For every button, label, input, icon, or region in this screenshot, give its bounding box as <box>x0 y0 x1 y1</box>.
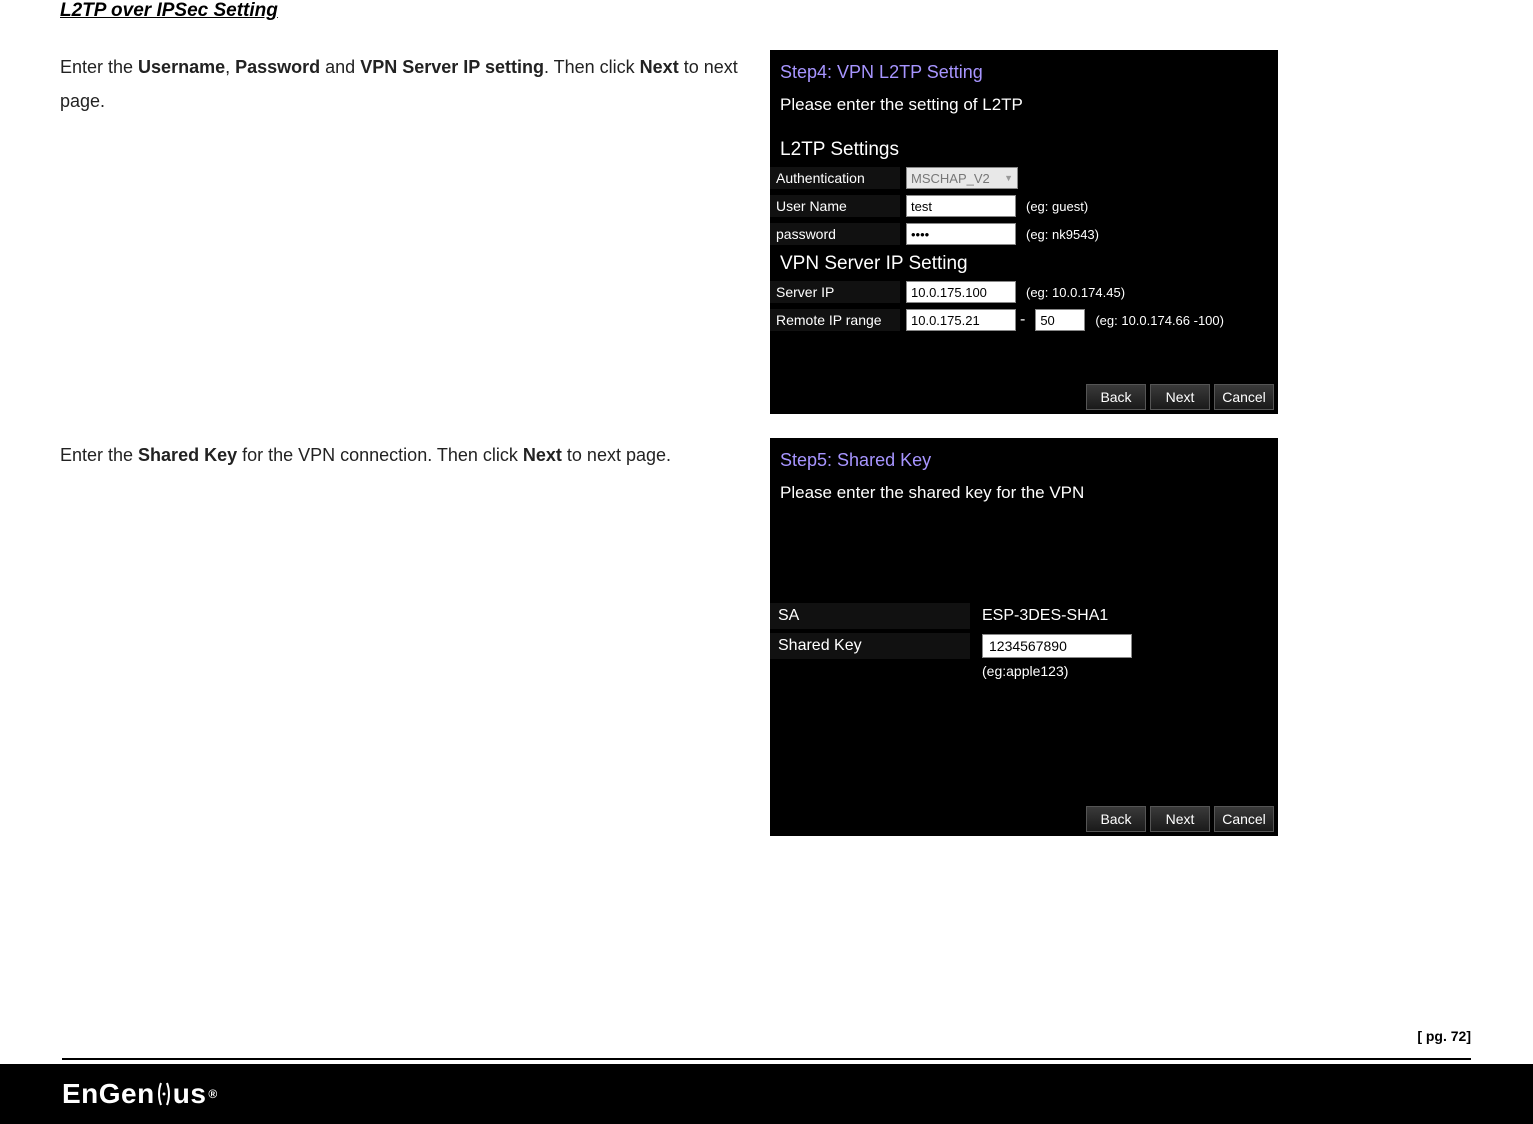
logo-text-post: us <box>173 1078 207 1110</box>
label-sa: SA <box>770 603 970 629</box>
label-password: password <box>770 223 900 245</box>
step4-title: Step4: VPN L2TP Setting <box>770 50 1278 89</box>
server-ip-input[interactable] <box>906 281 1016 303</box>
bold-next: Next <box>640 57 679 77</box>
button-bar: Back Next Cancel <box>1082 802 1278 836</box>
back-button[interactable]: Back <box>1086 384 1146 410</box>
text: Enter the <box>60 445 138 465</box>
label-remote-ip: Remote IP range <box>770 309 900 331</box>
row-remote-ip: Remote IP range - (eg: 10.0.174.66 -100) <box>770 307 1278 333</box>
next-button[interactable]: Next <box>1150 806 1210 832</box>
cancel-button[interactable]: Cancel <box>1214 384 1274 410</box>
hint-server-ip: (eg: 10.0.174.45) <box>1026 285 1125 300</box>
footer-divider <box>62 1058 1471 1060</box>
text: for the VPN connection. Then click <box>237 445 523 465</box>
value-sa: ESP-3DES-SHA1 <box>970 607 1108 625</box>
text: . Then click <box>544 57 640 77</box>
row-username: User Name (eg: guest) <box>770 193 1278 219</box>
label-username: User Name <box>770 195 900 217</box>
instruction-l2tp: Enter the Username, Password and VPN Ser… <box>60 50 740 414</box>
bold-shared-key: Shared Key <box>138 445 237 465</box>
row-shared-key-input: Shared Key <box>770 633 1278 659</box>
row-server-ip: Server IP (eg: 10.0.174.45) <box>770 279 1278 305</box>
username-input[interactable] <box>906 195 1016 217</box>
logo-text-pre: EnGen <box>62 1078 155 1110</box>
engenius-logo: EnGen us ® <box>62 1078 218 1110</box>
hint-shared-key: (eg:apple123) <box>982 663 1278 679</box>
text: to next page. <box>562 445 671 465</box>
shared-key-input[interactable] <box>982 634 1132 658</box>
back-button[interactable]: Back <box>1086 806 1146 832</box>
screenshot-l2tp-panel: Step4: VPN L2TP Setting Please enter the… <box>770 50 1278 414</box>
section-heading: L2TP over IPSec Setting <box>60 0 1473 22</box>
row-l2tp: Enter the Username, Password and VPN Ser… <box>60 50 1473 414</box>
authentication-select[interactable]: MSCHAP_V2 ▼ <box>906 167 1018 189</box>
password-input[interactable] <box>906 223 1016 245</box>
bold-password: Password <box>235 57 320 77</box>
logo-bar: EnGen us ® <box>0 1064 1533 1124</box>
row-sa: SA ESP-3DES-SHA1 <box>770 603 1278 629</box>
group-vpn-server-ip: VPN Server IP Setting <box>770 249 1278 279</box>
remote-ip-start-input[interactable] <box>906 309 1016 331</box>
cancel-button[interactable]: Cancel <box>1214 806 1274 832</box>
next-button[interactable]: Next <box>1150 384 1210 410</box>
hint-password: (eg: nk9543) <box>1026 227 1099 242</box>
chevron-down-icon: ▼ <box>1004 173 1013 183</box>
authentication-value: MSCHAP_V2 <box>911 171 990 186</box>
group-l2tp-settings: L2TP Settings <box>770 135 1278 165</box>
step5-subtitle: Please enter the shared key for the VPN <box>770 477 1278 523</box>
step5-title: Step5: Shared Key <box>770 438 1278 477</box>
bold-username: Username <box>138 57 225 77</box>
row-authentication: Authentication MSCHAP_V2 ▼ <box>770 165 1278 191</box>
instruction-shared-key: Enter the Shared Key for the VPN connect… <box>60 438 740 836</box>
label-shared-key: Shared Key <box>770 633 970 659</box>
button-bar: Back Next Cancel <box>1082 380 1278 414</box>
text: and <box>320 57 360 77</box>
dash-separator: - <box>1020 311 1025 329</box>
row-password: password (eg: nk9543) <box>770 221 1278 247</box>
logo-wave-icon <box>157 1081 171 1107</box>
text: Enter the <box>60 57 138 77</box>
remote-ip-end-input[interactable] <box>1035 309 1085 331</box>
page-number: [ pg. 72] <box>1417 1028 1471 1044</box>
text: , <box>225 57 235 77</box>
step4-subtitle: Please enter the setting of L2TP <box>770 89 1278 135</box>
label-server-ip: Server IP <box>770 281 900 303</box>
row-shared-key: Enter the Shared Key for the VPN connect… <box>60 438 1473 836</box>
label-authentication: Authentication <box>770 167 900 189</box>
hint-username: (eg: guest) <box>1026 199 1088 214</box>
bold-next: Next <box>523 445 562 465</box>
registered-icon: ® <box>208 1087 217 1101</box>
hint-remote-ip: (eg: 10.0.174.66 -100) <box>1095 313 1224 328</box>
bold-vpn-server-ip: VPN Server IP setting <box>360 57 544 77</box>
screenshot-shared-key-panel: Step5: Shared Key Please enter the share… <box>770 438 1278 836</box>
page-footer: [ pg. 72] EnGen us ® <box>0 1058 1533 1124</box>
